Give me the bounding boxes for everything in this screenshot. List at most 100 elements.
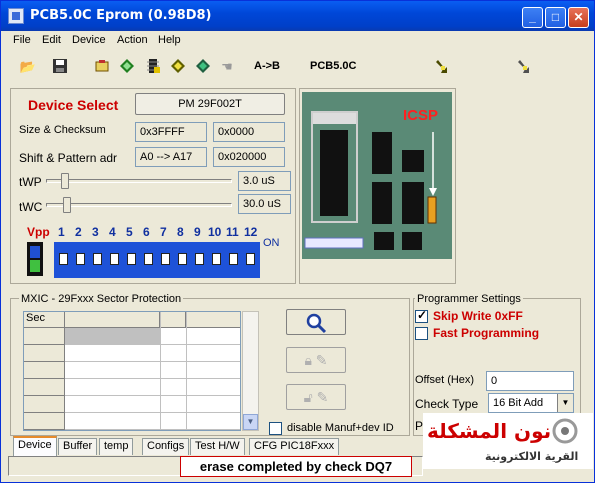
save-icon[interactable] [51,58,69,76]
size-checksum-label: Size & Checksum [19,124,106,136]
sector-col-header-2 [65,312,160,328]
table-row[interactable] [24,396,65,413]
dip-number-1: 1 [58,225,65,239]
dip-switch[interactable] [191,245,208,275]
read-device-icon[interactable] [515,58,533,76]
dip-switch[interactable] [208,245,225,275]
chevron-down-icon[interactable]: ▼ [557,394,573,412]
dip-number-11: 11 [226,225,239,239]
menu-help[interactable]: Help [158,34,181,46]
dip-switch[interactable] [225,245,242,275]
tab-device[interactable]: Device [13,436,57,456]
maximize-button[interactable]: □ [545,7,566,28]
tab-buffer[interactable]: Buffer [58,438,98,455]
grid-line [65,344,240,345]
auto-icon[interactable]: ☚ [218,58,236,76]
open-folder-icon[interactable]: 📂 [19,58,37,76]
sector-selected-cell[interactable] [65,328,160,344]
protect-button[interactable]: 🔒︎ ✎ [286,347,346,373]
program-icon[interactable] [169,58,187,76]
main-window: PCB5.0C Eprom (0.98D8) _ □ ✕ File Edit D… [0,0,595,483]
tab-test-hw[interactable]: Test H/W [190,438,245,455]
sector-col-header: Sec [24,312,65,328]
menu-file[interactable]: File [13,34,31,46]
shift-pattern-label: Shift & Pattern adr [19,151,118,165]
table-row[interactable] [24,362,65,379]
table-row[interactable] [24,345,65,362]
dip-number-4: 4 [109,225,116,239]
twp-slider-thumb[interactable] [61,173,69,189]
dip-switch[interactable] [174,245,191,275]
tab-temp[interactable]: temp [99,438,134,455]
satellite-dish-icon [552,418,578,444]
twc-value: 30.0 uS [238,194,291,214]
menu-bar: File Edit Device Action Help [1,31,594,51]
table-row[interactable] [24,413,65,430]
device-select-button[interactable]: PM 29F002T [135,93,285,115]
sector-title: MXIC - 29Fxxx Sector Protection [19,293,184,305]
watermark-line2: القرية الالكترونية [485,450,579,463]
dip-switch[interactable] [242,245,259,275]
dip-number-2: 2 [75,225,82,239]
check-type-value: 16 Bit Add [493,397,544,409]
dip-switch[interactable] [123,245,140,275]
erase-icon[interactable] [93,58,111,76]
watermark-logo: نون المشكلة القرية الالكترونية [423,413,593,469]
tab-cfg-pic18[interactable]: CFG PIC18Fxxx [249,438,340,455]
offset-label: Offset (Hex) [415,374,475,386]
dip-number-6: 6 [143,225,150,239]
grid-line [65,429,240,430]
grid-line [65,395,240,396]
fast-programming-checkbox[interactable] [415,327,428,340]
pattern-field: 0x020000 [213,147,285,167]
disable-manuf-label: disable Manuf+dev ID [287,422,394,434]
dip-switch[interactable] [140,245,157,275]
dip-switch[interactable] [55,245,72,275]
verify-icon[interactable] [194,58,212,76]
unprotect-button[interactable]: 🔓︎ ✎ [286,384,346,410]
read-chip-icon[interactable] [144,58,162,76]
dip-number-12: 12 [244,225,258,239]
table-row[interactable] [24,328,65,345]
blank-check-icon[interactable] [118,58,136,76]
menu-action[interactable]: Action [117,34,148,46]
menu-edit[interactable]: Edit [42,34,61,46]
dip-number-3: 3 [92,225,99,239]
write-device-icon[interactable] [433,58,451,76]
minimize-button[interactable]: _ [522,7,543,28]
table-row[interactable] [24,379,65,396]
dip-switch[interactable] [89,245,106,275]
tab-configs[interactable]: Configs [142,438,190,455]
disable-manuf-checkbox[interactable] [269,422,282,435]
window-title: PCB5.0C Eprom (0.98D8) [30,8,212,23]
dip-switch[interactable] [106,245,123,275]
icsp-label: ICSP [403,107,439,124]
dip-switch[interactable] [157,245,174,275]
check-icon: ✓ [417,308,428,322]
skip-write-checkbox[interactable]: ✓ [415,308,428,323]
fast-programming-label: Fast Programming [433,326,540,340]
grid-line [65,361,240,362]
dip-switch[interactable] [72,245,89,275]
search-button[interactable] [286,309,346,335]
close-button[interactable]: ✕ [568,7,589,28]
magnifier-icon [306,313,327,334]
copy-a-to-b-button[interactable]: A->B [254,60,280,72]
menu-device[interactable]: Device [72,34,106,46]
twc-slider-thumb[interactable] [63,197,71,213]
checksum-field: 0x0000 [213,122,285,142]
skip-write-label: Skip Write 0xFF [433,309,523,323]
sector-scrollbar[interactable]: ▼ [242,311,259,431]
scroll-down-icon[interactable]: ▼ [243,414,258,430]
sector-col-header-4 [186,312,240,328]
twc-label: tWC [19,200,43,214]
vpp-switch[interactable] [27,242,43,276]
programmer-title: Programmer Settings [415,293,523,305]
sector-grid[interactable]: Sec [23,311,241,431]
grid-line [186,312,187,430]
grid-line [65,378,240,379]
offset-input[interactable]: 0 [486,371,574,391]
sector-col-header-3 [160,312,186,328]
title-bar[interactable]: PCB5.0C Eprom (0.98D8) _ □ ✕ [1,1,594,31]
check-type-select[interactable]: 16 Bit Add ▼ [488,393,574,413]
